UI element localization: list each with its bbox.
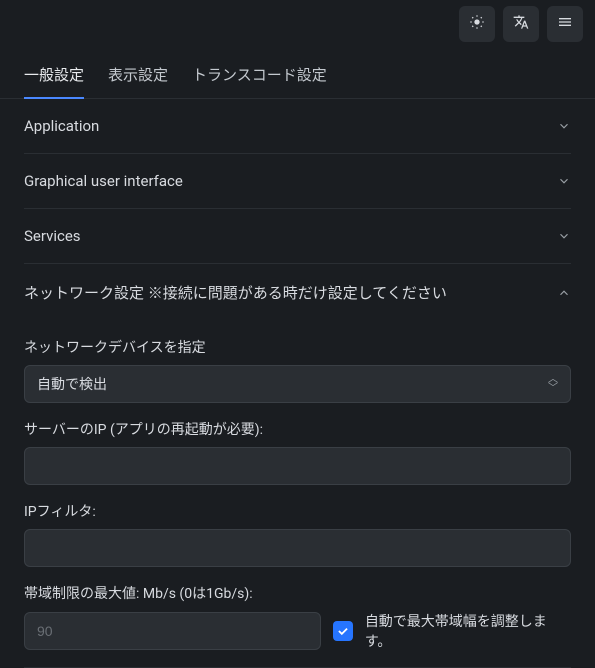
tab-transcode[interactable]: トランスコード設定 (192, 64, 327, 98)
section-gui-header[interactable]: Graphical user interface (24, 154, 571, 208)
server-ip-label: サーバーのIP (アプリの再起動が必要): (24, 419, 571, 439)
brightness-icon (469, 14, 485, 34)
section-services-title: Services (24, 227, 81, 245)
section-application-title: Application (24, 117, 99, 135)
bandwidth-input (24, 612, 321, 650)
bandwidth-label: 帯域制限の最大値: Mb/s (0は1Gb/s): (24, 583, 571, 603)
chevron-down-icon (557, 119, 571, 133)
tab-bar: 一般設定 表示設定 トランスコード設定 (0, 48, 595, 99)
ip-filter-label: IPフィルタ: (24, 501, 571, 521)
theme-toggle-button[interactable] (459, 6, 495, 42)
chevron-up-icon (557, 286, 571, 300)
tab-display[interactable]: 表示設定 (108, 64, 168, 98)
ip-filter-input[interactable] (24, 529, 571, 567)
chevron-down-icon (557, 229, 571, 243)
section-network-title: ネットワーク設定 ※接続に問題がある時だけ設定してください (24, 282, 447, 303)
section-network-header[interactable]: ネットワーク設定 ※接続に問題がある時だけ設定してください (24, 264, 571, 321)
network-device-value: 自動で検出 (37, 374, 107, 394)
auto-bandwidth-checkbox[interactable] (333, 621, 353, 641)
section-gui-title: Graphical user interface (24, 172, 183, 190)
tab-general[interactable]: 一般設定 (24, 64, 84, 99)
network-device-select[interactable]: 自動で検出 ︿﹀ (24, 365, 571, 403)
section-application-header[interactable]: Application (24, 99, 571, 153)
auto-bandwidth-label: 自動で最大帯域幅を調整します。 (365, 611, 571, 651)
section-network-body: ネットワークデバイスを指定 自動で検出 ︿﹀ サーバーのIP (アプリの再起動が… (24, 337, 571, 667)
chevron-down-icon (557, 174, 571, 188)
menu-button[interactable] (547, 6, 583, 42)
select-caret-icon: ︿﹀ (548, 375, 558, 393)
server-ip-input[interactable] (24, 447, 571, 485)
language-button[interactable] (503, 6, 539, 42)
network-device-label: ネットワークデバイスを指定 (24, 337, 571, 357)
hamburger-icon (557, 14, 573, 34)
section-services-header[interactable]: Services (24, 209, 571, 263)
translate-icon (513, 14, 529, 34)
